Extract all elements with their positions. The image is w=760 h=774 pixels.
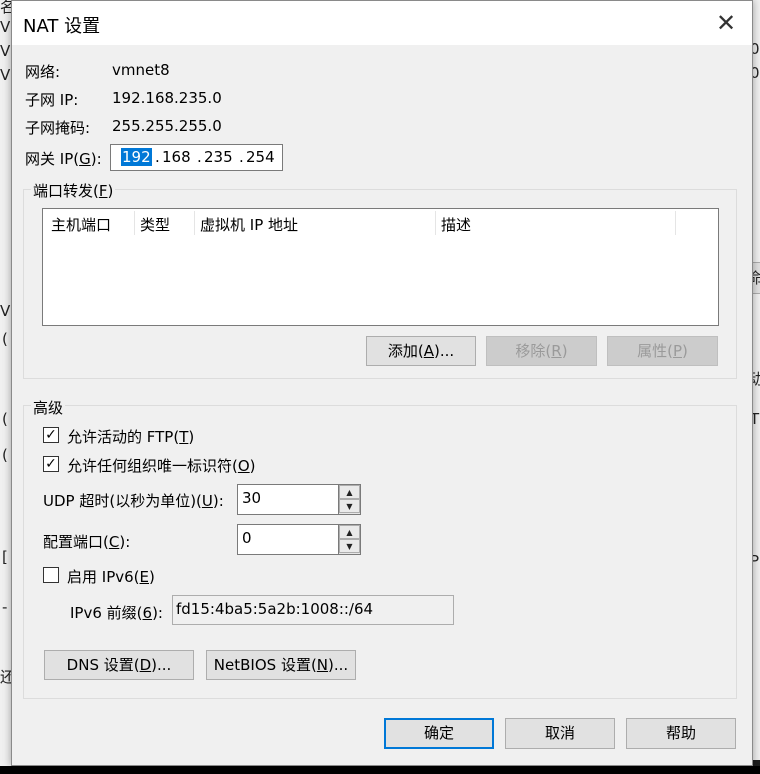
checkmark-icon: ✓ [45,456,57,472]
column-header-host-port[interactable]: 主机端口 [51,214,111,235]
config-port-spinner: ▲ ▼ [338,525,360,554]
network-label: 网络: [25,63,61,81]
arrow-down-icon: ▼ [346,502,353,511]
gateway-octet-3[interactable]: 235 [204,148,233,166]
ok-button[interactable]: 确定 [384,718,494,749]
column-header-description[interactable]: 描述 [441,214,471,235]
gateway-octet-1[interactable]: 192 [121,148,152,166]
gateway-octet-2[interactable]: 168 [162,148,191,166]
gateway-dot: . [239,148,244,166]
background-text: ( [2,330,8,348]
arrow-up-icon: ▲ [346,528,353,537]
column-divider [134,211,135,235]
close-icon: ✕ [715,9,737,37]
oui-label: 允许任何组织唯一标识符(O) [67,457,256,475]
dialog-title: NAT 设置 [23,16,101,37]
properties-button[interactable]: 属性(P) [607,336,718,366]
ftp-checkbox[interactable]: ✓ [43,427,59,443]
background-text: [ [2,548,8,566]
udp-timeout-up-button[interactable]: ▲ [339,485,360,499]
remove-button[interactable]: 移除(R) [486,336,597,366]
background-text: V [0,302,11,320]
network-value: vmnet8 [112,61,170,79]
port-forwarding-title: 端口转发(F) [31,180,116,201]
config-port-up-button[interactable]: ▲ [339,525,360,539]
cancel-button[interactable]: 取消 [505,718,615,749]
oui-checkbox[interactable]: ✓ [43,456,59,472]
udp-timeout-down-button[interactable]: ▼ [339,499,360,513]
config-port-value: 0 [242,529,252,547]
ipv6-prefix-label: IPv6 前缀(6): [70,604,163,622]
udp-timeout-field[interactable]: 30 ▲ ▼ [237,484,361,515]
gateway-octet-4[interactable]: 254 [246,148,275,166]
dns-settings-button[interactable]: DNS 设置(D)... [44,650,194,680]
gateway-ip-field[interactable]: 192 . 168 . 235 . 254 [110,144,283,171]
port-forwarding-table[interactable]: 主机端口 类型 虚拟机 IP 地址 描述 [42,208,719,326]
ftp-label: 允许活动的 FTP(T) [67,428,195,446]
arrow-up-icon: ▲ [346,488,353,497]
title-bar: NAT 设置 ✕ [12,1,752,45]
gateway-dot: . [155,148,160,166]
nat-settings-dialog: NAT 设置 ✕ 网络: vmnet8 子网 IP: 192.168.235.0… [11,0,753,766]
background-text: V [0,42,11,60]
column-header-type[interactable]: 类型 [140,214,170,235]
checkmark-icon: ✓ [45,427,57,443]
add-button[interactable]: 添加(A)... [366,336,476,366]
config-port-label: 配置端口(C): [43,533,131,551]
column-divider [435,211,436,235]
ipv6-prefix-value: fd15:4ba5:5a2b:1008::/64 [176,600,374,618]
netbios-settings-button[interactable]: NetBIOS 设置(N)... [206,650,356,680]
column-divider [675,211,676,235]
background-text: ( [2,446,8,464]
ipv6-prefix-field[interactable]: fd15:4ba5:5a2b:1008::/64 [172,595,454,625]
subnet-mask-label: 子网掩码: [25,119,91,137]
column-divider [194,211,195,235]
table-header: 主机端口 类型 虚拟机 IP 地址 描述 [43,209,718,237]
background-text: ( [2,410,8,428]
config-port-down-button[interactable]: ▼ [339,539,360,553]
subnet-ip-label: 子网 IP: [25,91,79,109]
advanced-title: 高级 [31,397,66,418]
close-button[interactable]: ✕ [712,9,740,37]
enable-ipv6-label: 启用 IPv6(E) [67,568,155,586]
background-taskbar [0,766,760,774]
config-port-field[interactable]: 0 ▲ ▼ [237,524,361,555]
arrow-down-icon: ▼ [346,542,353,551]
udp-timeout-value: 30 [242,489,262,507]
enable-ipv6-checkbox[interactable] [43,567,59,583]
subnet-ip-value: 192.168.235.0 [112,89,222,107]
gateway-dot: . [197,148,202,166]
background-text: V [0,18,11,36]
background-text: V [0,66,11,84]
column-header-vm-ip[interactable]: 虚拟机 IP 地址 [200,214,298,235]
udp-timeout-label: UDP 超时(以秒为单位)(U): [43,492,224,510]
help-button[interactable]: 帮助 [626,718,736,749]
subnet-mask-value: 255.255.255.0 [112,117,222,135]
background-text: - [2,598,8,616]
udp-timeout-spinner: ▲ ▼ [338,485,360,514]
gateway-ip-label: 网关 IP(G): [25,150,102,168]
